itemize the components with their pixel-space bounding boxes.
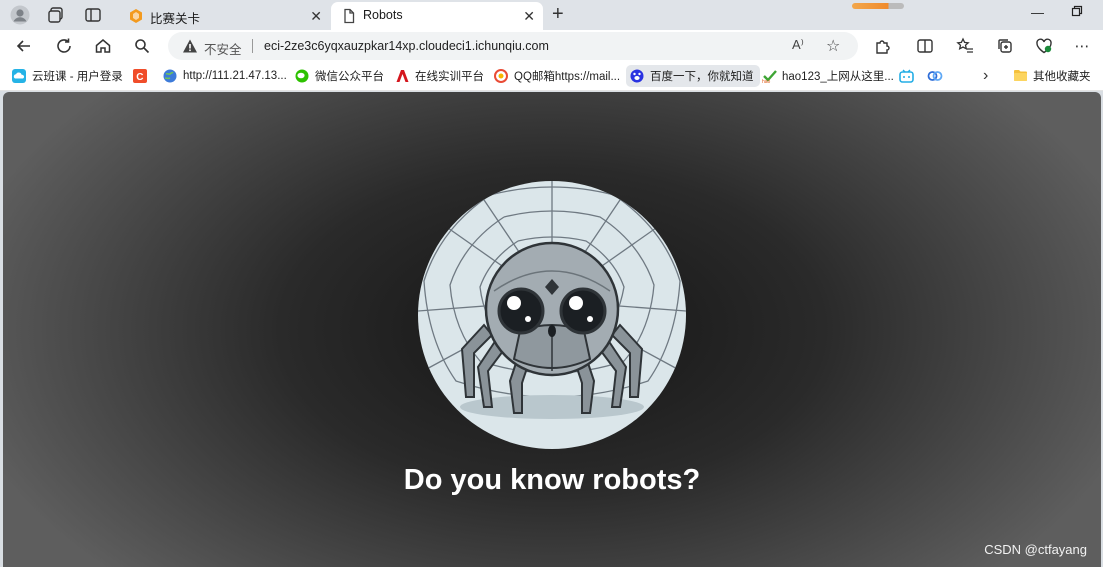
vertical-tabs-icon[interactable]: [82, 5, 104, 25]
bookmark-item[interactable]: [899, 67, 919, 85]
bookmark-label: 云班课 - 用户登录: [32, 71, 123, 83]
address-bar[interactable]: 不安全 eci-2ze3c6yqxauzpkar14xp.cloudeci1.i…: [168, 32, 858, 60]
profile-avatar-icon[interactable]: [9, 5, 31, 25]
tab-title: Robots: [363, 8, 403, 22]
home-icon[interactable]: [92, 35, 114, 57]
bilibili-icon: [899, 69, 914, 83]
warning-triangle-icon[interactable]: [182, 38, 198, 54]
tab-title: 比赛关卡: [150, 12, 201, 26]
qq-mail-icon: [494, 69, 508, 83]
bookmark-label: 在线实训平台: [415, 71, 484, 83]
read-aloud-icon[interactable]: A⁾: [792, 37, 804, 53]
baidu-paw-icon: [630, 69, 644, 83]
svg-text:hao: hao: [762, 79, 771, 83]
url-text[interactable]: eci-2ze3c6yqxauzpkar14xp.cloudeci1.ichun…: [264, 39, 549, 53]
workspaces-icon[interactable]: [45, 5, 67, 25]
bookmark-item[interactable]: hao hao123_上网从这里...: [762, 67, 894, 85]
close-tab-icon[interactable]: ✕: [523, 8, 535, 25]
tab-competition[interactable]: 比赛关卡 ✕: [118, 2, 330, 30]
bookmark-label: hao123_上网从这里...: [782, 71, 894, 83]
bookmark-item[interactable]: [927, 67, 947, 85]
bookmarks-overflow-chevron-icon[interactable]: ›: [983, 67, 988, 85]
bookmark-label: http://111.21.47.13...: [183, 70, 287, 82]
bookmark-label: 百度一下，你就知道: [650, 71, 754, 83]
not-secure-label[interactable]: 不安全: [204, 39, 242, 58]
divider: [252, 39, 253, 53]
page-content: Do you know robots? CSDN @ctfayang: [3, 92, 1101, 567]
globe-icon: [163, 69, 177, 83]
new-tab-plus-icon[interactable]: +: [552, 3, 564, 26]
tab-strip: 比赛关卡 ✕ Robots ✕ + —: [0, 0, 1103, 30]
refresh-icon[interactable]: [53, 35, 75, 57]
robot-spider-illustration: [418, 181, 686, 449]
svg-text:C: C: [136, 72, 143, 83]
bookmark-label: 其他收藏夹: [1033, 71, 1091, 83]
wechat-icon: [295, 69, 309, 83]
bookmark-item[interactable]: 在线实训平台: [395, 67, 484, 85]
browser-essentials-heart-icon[interactable]: [1033, 35, 1055, 57]
red-a-icon: [395, 69, 409, 83]
favorites-list-icon[interactable]: [954, 35, 976, 57]
page-headline: Do you know robots?: [403, 464, 701, 496]
bookmark-item[interactable]: QQ邮箱https://mail...: [494, 67, 620, 85]
more-menu-icon[interactable]: ⋯: [1071, 35, 1093, 57]
back-arrow-icon[interactable]: [13, 35, 35, 57]
minimize-window-icon[interactable]: —: [1031, 5, 1044, 20]
browser-toolbar: 不安全 eci-2ze3c6yqxauzpkar14xp.cloudeci1.i…: [0, 30, 1103, 61]
favorite-star-icon[interactable]: ☆: [826, 36, 840, 56]
extensions-puzzle-icon[interactable]: [872, 35, 894, 57]
search-icon[interactable]: [131, 35, 153, 57]
collections-icon[interactable]: [994, 35, 1016, 57]
page-load-progress: [852, 3, 904, 9]
bookmarks-bar: 云班课 - 用户登录 C http://111.21.47.13... 微信公众…: [0, 61, 1103, 91]
other-favorites-folder[interactable]: 其他收藏夹: [1013, 67, 1091, 85]
bookmark-item[interactable]: 云班课 - 用户登录: [12, 67, 123, 85]
folder-icon: [1013, 69, 1027, 83]
restore-window-icon[interactable]: [1071, 5, 1083, 20]
orange-hexagon-icon: [128, 8, 144, 24]
c-logo-icon: C: [133, 69, 147, 83]
bookmark-item[interactable]: 微信公众平台: [295, 67, 384, 85]
bookmark-label: QQ邮箱https://mail...: [514, 71, 621, 83]
split-screen-icon[interactable]: [914, 35, 936, 57]
bookmark-item[interactable]: 百度一下，你就知道: [626, 65, 760, 87]
document-icon: [341, 8, 357, 24]
watermark-text: CSDN @ctfayang: [984, 542, 1087, 557]
link-icon: [927, 69, 943, 83]
hao123-icon: hao: [762, 69, 777, 85]
tab-robots[interactable]: Robots ✕: [331, 2, 543, 30]
cloud-class-icon: [12, 69, 26, 83]
close-tab-icon[interactable]: ✕: [310, 8, 322, 25]
bookmark-item[interactable]: C: [133, 67, 153, 85]
bookmark-label: 微信公众平台: [315, 71, 384, 83]
bookmark-item[interactable]: http://111.21.47.13...: [163, 67, 287, 85]
